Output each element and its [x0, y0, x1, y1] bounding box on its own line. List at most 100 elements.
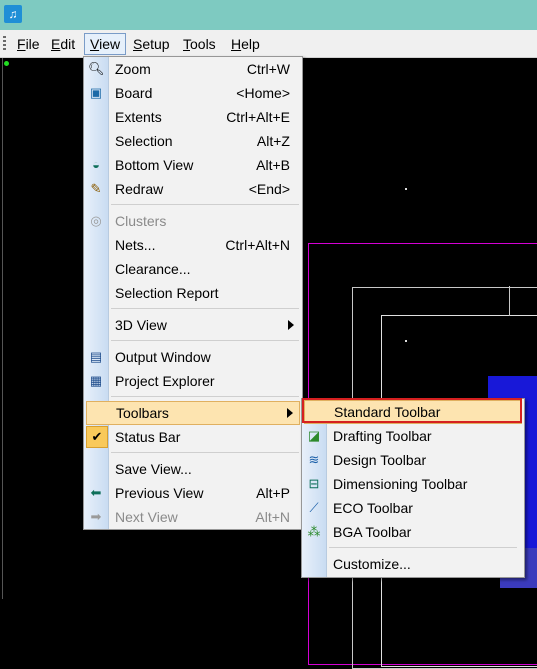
- menu-item-redraw[interactable]: ✎ Redraw <End>: [86, 178, 300, 200]
- submenu-item-label: Dimensioning Toolbar: [333, 476, 468, 492]
- submenu-item-label: BGA Toolbar: [333, 524, 412, 540]
- menu-item-save-view[interactable]: Save View...: [86, 458, 300, 480]
- menu-item-label: Board: [115, 85, 153, 101]
- menu-item-shortcut: Ctrl+Alt+N: [225, 237, 290, 253]
- origin-marker: [4, 61, 9, 66]
- zoom-icon: 🔍︎: [88, 61, 105, 76]
- menu-edit-mnemonic: E: [51, 36, 61, 52]
- submenu-separator: [329, 547, 517, 548]
- menu-item-shortcut: Alt+Z: [256, 133, 290, 149]
- design-toolbar-icon: ≋: [308, 452, 320, 467]
- menu-item-project-explorer[interactable]: ▦ Project Explorer: [86, 370, 300, 392]
- menu-item-board[interactable]: ▣ Board <Home>: [86, 82, 300, 104]
- submenu-item-dimensioning-toolbar[interactable]: ⊟ Dimensioning Toolbar: [304, 473, 522, 495]
- menu-tools[interactable]: Tools: [178, 33, 221, 55]
- board-icon: ▣: [89, 85, 103, 100]
- menu-help[interactable]: Help: [226, 33, 265, 55]
- submenu-item-design-toolbar[interactable]: ≋ Design Toolbar: [304, 449, 522, 471]
- menu-item-shortcut: Alt+N: [255, 509, 290, 525]
- menu-item-3d-view[interactable]: 3D View: [86, 314, 300, 336]
- menu-item-label: Selection: [115, 133, 173, 149]
- menu-item-label: Previous View: [115, 485, 204, 501]
- menu-setup[interactable]: Setup: [128, 33, 175, 55]
- menu-item-shortcut: Ctrl+W: [246, 61, 290, 77]
- menu-view-mnemonic: V: [90, 36, 100, 52]
- menu-item-shortcut: <End>: [248, 181, 290, 197]
- menu-item-label: Extents: [115, 109, 162, 125]
- menu-item-status-bar[interactable]: ✔ Status Bar: [86, 426, 300, 448]
- menu-item-clusters[interactable]: ◎ Clusters: [86, 210, 300, 232]
- menu-item-label: 3D View: [115, 317, 167, 333]
- menu-item-label: Toolbars: [116, 405, 169, 421]
- submenu-item-label: Design Toolbar: [333, 452, 427, 468]
- menu-file-mnemonic: F: [17, 36, 26, 52]
- menu-item-output-window[interactable]: ▤ Output Window: [86, 346, 300, 368]
- board-line: [509, 286, 510, 316]
- menu-item-shortcut: <Home>: [236, 85, 290, 101]
- project-explorer-icon: ▦: [89, 373, 103, 388]
- menu-item-label: Bottom View: [115, 157, 194, 173]
- submenu-item-drafting-toolbar[interactable]: ◪ Drafting Toolbar: [304, 425, 522, 447]
- bga-toolbar-icon: ⁂: [307, 524, 321, 539]
- bottom-view-icon: ◒: [92, 157, 100, 172]
- submenu-item-standard-toolbar[interactable]: Standard Toolbar: [304, 400, 522, 424]
- menu-item-label: Output Window: [115, 349, 211, 365]
- menu-view[interactable]: View: [84, 33, 127, 55]
- menu-separator: [111, 396, 299, 397]
- clusters-icon: ◎: [90, 213, 102, 228]
- menu-item-previous-view[interactable]: ⬅ Previous View Alt+P: [86, 482, 300, 504]
- menu-item-shortcut: Ctrl+Alt+E: [226, 109, 290, 125]
- menu-item-extents[interactable]: Extents Ctrl+Alt+E: [86, 106, 300, 128]
- menu-tools-label: ools: [190, 36, 216, 52]
- menu-item-toolbars[interactable]: Toolbars: [86, 401, 300, 425]
- drafting-toolbar-icon: ◪: [307, 428, 321, 443]
- menu-item-label: Project Explorer: [115, 373, 215, 389]
- output-window-icon: ▤: [89, 349, 103, 364]
- menu-edit-label: dit: [60, 36, 76, 52]
- submenu-item-customize[interactable]: Customize...: [304, 553, 522, 575]
- menu-item-label: Selection Report: [115, 285, 219, 301]
- redraw-icon: ✎: [90, 181, 102, 196]
- menu-item-selection[interactable]: Selection Alt+Z: [86, 130, 300, 152]
- submenu-item-bga-toolbar[interactable]: ⁂ BGA Toolbar: [304, 521, 522, 543]
- menu-bar: File Edit View Setup Tools Help: [0, 30, 537, 58]
- menu-edit[interactable]: Edit: [46, 33, 80, 55]
- menu-item-label: Nets...: [115, 237, 156, 253]
- menu-item-shortcut: Alt+P: [256, 485, 290, 501]
- eco-toolbar-icon: ⟋: [309, 500, 319, 515]
- submenu-item-label: Standard Toolbar: [334, 404, 441, 420]
- menu-item-label: Redraw: [115, 181, 164, 197]
- menu-item-bottom-view[interactable]: ◒ Bottom View Alt+B: [86, 154, 300, 176]
- submenu-arrow-icon: [287, 408, 293, 418]
- submenu-item-label: Drafting Toolbar: [333, 428, 432, 444]
- menu-separator: [111, 452, 299, 453]
- menubar-grip-handle[interactable]: [3, 36, 6, 52]
- menu-item-selection-report[interactable]: Selection Report: [86, 282, 300, 304]
- canvas-left-edge: [2, 58, 3, 599]
- grid-point: [405, 188, 407, 190]
- menu-tools-mnemonic: T: [183, 36, 190, 52]
- title-bar: ♫: [0, 0, 537, 30]
- menu-help-label: elp: [241, 36, 260, 52]
- menu-item-label: Next View: [115, 509, 178, 525]
- menu-file-label: ile: [25, 36, 40, 52]
- menu-file[interactable]: File: [12, 33, 45, 55]
- previous-view-icon: ⬅: [90, 485, 102, 500]
- menu-separator: [111, 340, 299, 341]
- menu-item-nets[interactable]: Nets... Ctrl+Alt+N: [86, 234, 300, 256]
- menu-item-label: Clearance...: [115, 261, 191, 277]
- menu-view-label: iew: [99, 36, 121, 52]
- menu-setup-label: etup: [142, 36, 170, 52]
- submenu-item-label: ECO Toolbar: [333, 500, 413, 516]
- menu-item-next-view[interactable]: ➡ Next View Alt+N: [86, 506, 300, 528]
- menu-item-shortcut: Alt+B: [256, 157, 290, 173]
- menu-item-label: Save View...: [115, 461, 192, 477]
- app-icon[interactable]: ♫: [4, 5, 22, 23]
- view-menu-dropdown: 🔍︎ Zoom Ctrl+W ▣ Board <Home> Extents Ct…: [83, 56, 303, 530]
- submenu-item-label: Customize...: [333, 556, 411, 572]
- menu-item-zoom[interactable]: 🔍︎ Zoom Ctrl+W: [86, 58, 300, 80]
- submenu-item-eco-toolbar[interactable]: ⟋ ECO Toolbar: [304, 497, 522, 519]
- toolbars-submenu: Standard Toolbar ◪ Drafting Toolbar ≋ De…: [301, 398, 525, 578]
- menu-item-label: Zoom: [115, 61, 151, 77]
- menu-item-clearance[interactable]: Clearance...: [86, 258, 300, 280]
